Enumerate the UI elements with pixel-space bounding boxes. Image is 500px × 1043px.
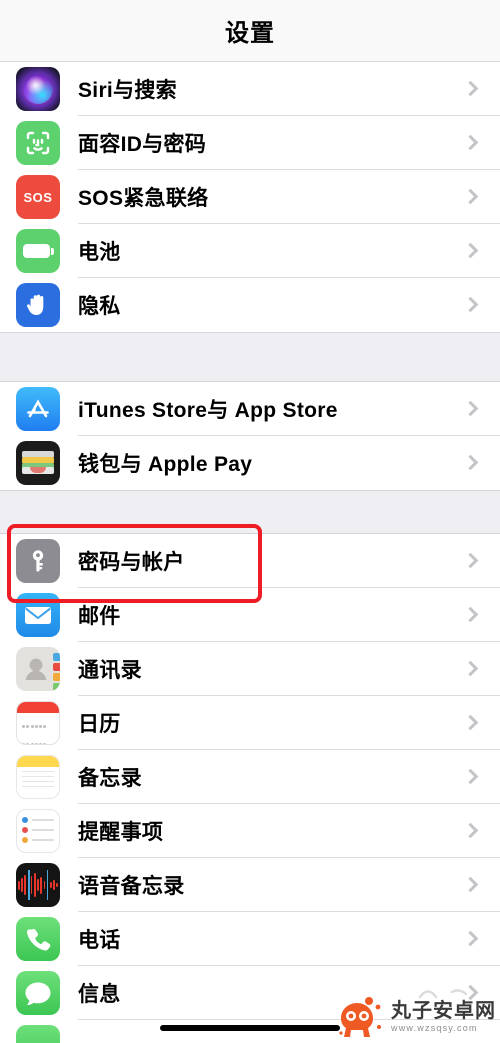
chevron-right-icon [462,454,479,471]
sidebar-item-battery[interactable]: 电池 [0,224,500,278]
row-label: 隐私 [78,295,121,318]
sos-icon: SOS [16,175,60,219]
chevron-right-icon [462,242,479,259]
sidebar-item-calendar[interactable]: 日历 [0,696,500,750]
phone-icon [16,917,60,961]
row-label: 备忘录 [78,767,142,790]
app-store-icon [16,387,60,431]
siri-icon [16,67,60,111]
sidebar-item-voice-memos[interactable]: 语音备忘录 [0,858,500,912]
watermark: 丸子安卓网 www.wzsqsy.com [333,993,496,1041]
watermark-url: www.wzsqsy.com [391,1023,478,1033]
row-label: 提醒事项 [78,821,164,844]
chevron-right-icon [462,134,479,151]
sidebar-item-itunes-app-store[interactable]: iTunes Store与 App Store [0,382,500,436]
chevron-right-icon [462,660,479,677]
notes-icon [16,755,60,799]
chevron-right-icon [462,80,479,97]
chevron-right-icon [462,188,479,205]
watermark-mascot-icon [339,997,381,1037]
row-label: SOS紧急联络 [78,187,209,210]
sidebar-item-wallet-apple-pay[interactable]: 钱包与 Apple Pay [0,436,500,490]
contacts-icon [16,647,60,691]
row-label: 密码与帐户 [78,551,185,574]
row-label: 面容ID与密码 [78,133,207,156]
chevron-right-icon [462,714,479,731]
chevron-right-icon [462,876,479,893]
settings-group-store: iTunes Store与 App Store 钱包与 Apple Pay [0,382,500,490]
sos-icon-label: SOS [23,189,53,205]
key-icon [16,539,60,583]
chevron-right-icon [462,930,479,947]
group-separator-2 [0,490,500,534]
row-label: 日历 [78,713,121,736]
row-label: 语音备忘录 [78,875,185,898]
chevron-right-icon [462,400,479,417]
sidebar-item-siri-search[interactable]: Siri与搜索 [0,62,500,116]
page-title: 设置 [225,20,275,47]
row-label: 钱包与 Apple Pay [78,453,253,476]
watermark-title: 丸子安卓网 [391,1000,496,1022]
row-label: Siri与搜索 [78,79,177,102]
row-label: 通讯录 [78,659,142,682]
calendar-icon [16,701,60,745]
face-id-icon [16,121,60,165]
voice-memos-icon [16,863,60,907]
sidebar-item-face-id[interactable]: 面容ID与密码 [0,116,500,170]
home-indicator[interactable] [160,1025,340,1031]
battery-icon [16,229,60,273]
reminders-icon [16,809,60,853]
navigation-bar: 设置 [0,0,500,62]
row-label: 电话 [78,929,121,952]
sidebar-item-privacy[interactable]: 隐私 [0,278,500,332]
chevron-right-icon [462,822,479,839]
row-label: iTunes Store与 App Store [78,399,338,422]
sidebar-item-reminders[interactable]: 提醒事项 [0,804,500,858]
sidebar-item-passwords-accounts[interactable]: 密码与帐户 [0,534,500,588]
chevron-right-icon [462,606,479,623]
facetime-icon [16,1025,60,1043]
privacy-hand-icon [16,283,60,327]
settings-screen: 设置 Siri与搜索 面容ID与密码 SOS SOS紧急联络 电池 隐私 iTu… [0,0,500,1043]
sidebar-item-contacts[interactable]: 通讯录 [0,642,500,696]
settings-group-system: Siri与搜索 面容ID与密码 SOS SOS紧急联络 电池 隐私 [0,62,500,332]
sidebar-item-emergency-sos[interactable]: SOS SOS紧急联络 [0,170,500,224]
row-label: 邮件 [78,605,121,628]
sidebar-item-phone[interactable]: 电话 [0,912,500,966]
sidebar-item-notes[interactable]: 备忘录 [0,750,500,804]
chevron-right-icon [462,296,479,313]
group-separator-1 [0,332,500,382]
sidebar-item-mail[interactable]: 邮件 [0,588,500,642]
wallet-icon [16,441,60,485]
row-label: 信息 [78,983,121,1006]
messages-icon [16,971,60,1015]
row-label: 电池 [78,241,121,264]
chevron-right-icon [462,552,479,569]
chevron-right-icon [462,768,479,785]
settings-group-apps: 密码与帐户 邮件 通讯录 日历 备忘录 提醒事项 语音备忘录 电话 信息 [0,534,500,1043]
mail-icon [16,593,60,637]
